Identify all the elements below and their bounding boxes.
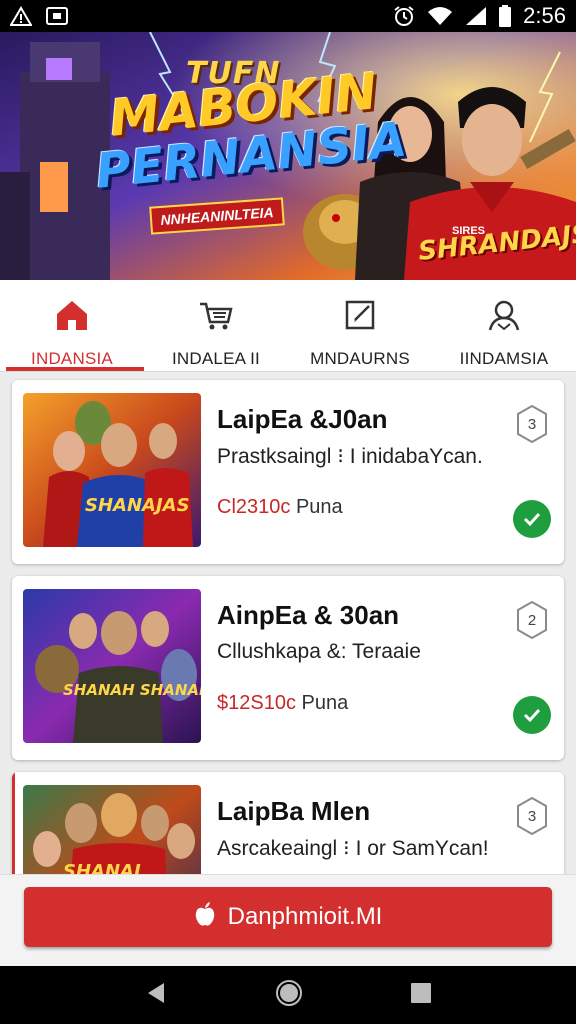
tab-label: IINDAMSIA bbox=[459, 349, 549, 368]
download-button[interactable]: Danphmioit.MI bbox=[24, 887, 552, 947]
tab-mndaurns[interactable]: MNDAURNS bbox=[288, 280, 432, 371]
rank-badge: 3 bbox=[514, 796, 550, 836]
promo-banner[interactable]: TUFN MABOKIN PERNANSIA NNHEANINLTEIA SIR… bbox=[0, 32, 576, 280]
back-icon[interactable] bbox=[144, 981, 168, 1010]
item-subtitle: Cllushkapa &: Teraaie bbox=[217, 640, 421, 663]
cart-icon bbox=[197, 296, 235, 339]
list-item[interactable]: SHANAH SHANAN AinpEa & 30an Cllushkapa &… bbox=[12, 576, 564, 760]
warning-icon bbox=[10, 6, 32, 26]
tab-label: MNDAURNS bbox=[310, 349, 410, 368]
tab-indansia[interactable]: INDANSIA bbox=[0, 280, 144, 371]
tab-bar: INDANSIA INDALEA II MNDAURNS IINDAMSIA bbox=[0, 280, 576, 372]
check-icon[interactable] bbox=[513, 500, 551, 538]
rank-badge: 2 bbox=[514, 600, 550, 640]
thumb-logo: SHANAH SHANAN bbox=[63, 681, 201, 699]
item-title: LaipBa Mlen bbox=[217, 796, 371, 826]
edit-icon bbox=[341, 296, 379, 339]
tab-iindamsia[interactable]: IINDAMSIA bbox=[432, 280, 576, 371]
item-title: AinpEa & 30an bbox=[217, 600, 400, 630]
badge-number: 2 bbox=[528, 612, 536, 629]
item-price: $12S10c Puna bbox=[217, 692, 348, 715]
list-item[interactable]: SHANAJAS LaipEa &J0an Prastksaingl ⁝ I i… bbox=[12, 380, 564, 564]
check-icon[interactable] bbox=[513, 696, 551, 734]
apple-icon bbox=[194, 901, 216, 934]
item-title: LaipEa &J0an bbox=[217, 404, 388, 434]
tab-label: INDANSIA bbox=[31, 349, 113, 368]
item-price: Cl2310c Puna bbox=[217, 496, 343, 519]
item-thumbnail: SHANAJAS bbox=[23, 393, 201, 547]
download-button-label: Danphmioit.MI bbox=[227, 903, 383, 930]
status-bar: 2:56 bbox=[0, 0, 576, 32]
price-amount: Cl2310c bbox=[217, 496, 291, 518]
badge-number: 3 bbox=[528, 808, 536, 825]
screen-cast-icon bbox=[46, 7, 68, 25]
tab-indalea[interactable]: INDALEA II bbox=[144, 280, 288, 371]
item-subtitle: Prastksaingl ⁝ I inidabaYcan. bbox=[217, 445, 483, 468]
clock-time: 2:56 bbox=[523, 3, 566, 28]
home-icon bbox=[53, 296, 91, 339]
home-nav-icon[interactable] bbox=[275, 979, 303, 1012]
price-suffix: Puna bbox=[295, 496, 343, 518]
price-amount: $12S10c bbox=[217, 692, 296, 714]
signal-icon bbox=[465, 6, 487, 26]
battery-icon bbox=[499, 5, 512, 27]
item-thumbnail: SHANAH SHANAN bbox=[23, 589, 201, 743]
profile-icon bbox=[485, 296, 523, 339]
bottom-action-bar: Danphmioit.MI bbox=[0, 874, 576, 966]
item-subtitle: Asrcakeaingl ⁝ I or SamYcan! bbox=[217, 837, 489, 860]
recents-icon[interactable] bbox=[410, 982, 432, 1009]
system-nav-bar bbox=[0, 966, 576, 1024]
badge-number: 3 bbox=[528, 416, 536, 433]
rank-badge: 3 bbox=[514, 404, 550, 444]
wifi-icon bbox=[427, 6, 453, 26]
alarm-icon bbox=[393, 5, 415, 27]
tab-label: INDALEA II bbox=[172, 349, 260, 368]
price-suffix: Puna bbox=[301, 692, 349, 714]
thumb-logo: SHANAJAS bbox=[85, 495, 190, 516]
